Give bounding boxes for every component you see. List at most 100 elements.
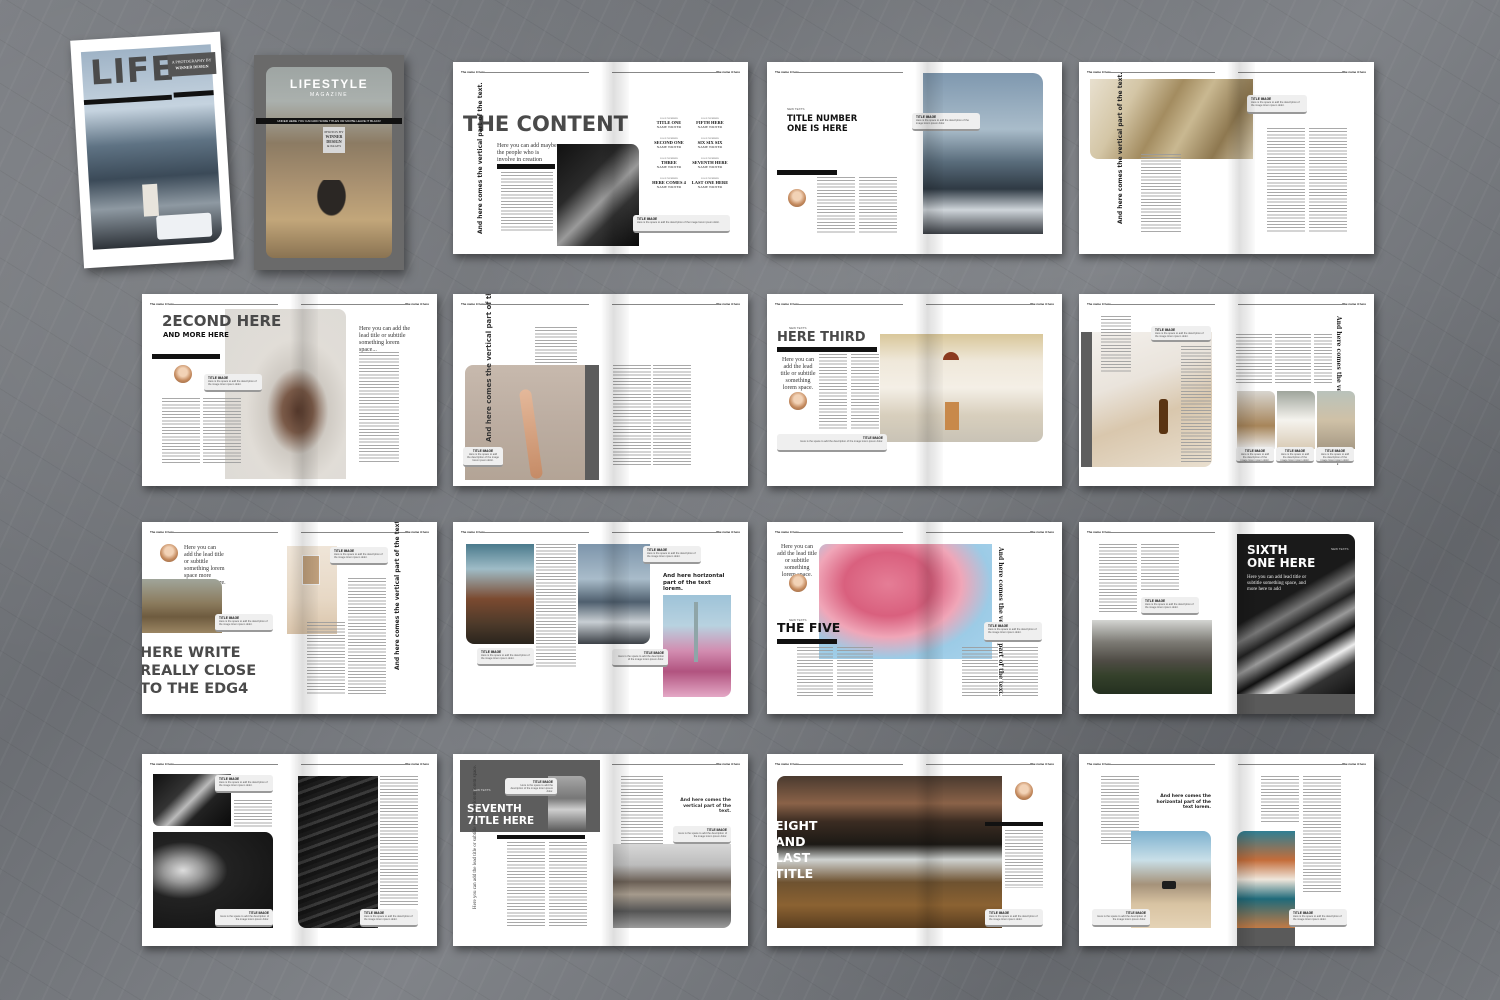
writer: NAME WRITER bbox=[697, 145, 723, 149]
spread-sixth[interactable]: The name it here TITLE IMAGE Here is the … bbox=[1079, 522, 1374, 714]
body-text bbox=[234, 800, 272, 828]
horizontal-text: And here comes the horizontal part of th… bbox=[1156, 794, 1212, 810]
body-text-col-2 bbox=[837, 647, 873, 697]
spread-five[interactable]: The name it here The name it here Here y… bbox=[767, 522, 1062, 714]
toc-item[interactable]: PAGE NUMBER THREE NAME WRITER bbox=[649, 157, 689, 169]
toc-item[interactable]: PAGE NUMBER SEVENTH HERE NAME WRITER bbox=[690, 157, 730, 169]
image-caption: TITLE IMAGEHere is the space to add the … bbox=[215, 909, 273, 927]
image-caption: TITLE IMAGEHere is the space to add the … bbox=[673, 826, 731, 844]
body-text-col-2 bbox=[1309, 128, 1347, 232]
title-line-2: ONE IS HERE bbox=[787, 124, 848, 134]
desc: Here is the space to add the description… bbox=[988, 628, 1037, 635]
body-text-col-2 bbox=[203, 398, 241, 464]
desc: Here is the space to add the description… bbox=[510, 784, 553, 794]
title-line-2: REALLY CLOSE bbox=[142, 663, 257, 679]
image-caption: TITLE IMAGEHere is the space to add the … bbox=[215, 614, 273, 632]
vertical-text: And here comes the vertical part of the … bbox=[485, 294, 493, 442]
vertical-text: And here comes the vertical part of the … bbox=[477, 82, 484, 234]
image-caption: TITLE IMAGE Here is the space to add the… bbox=[633, 215, 730, 233]
body-text bbox=[1101, 316, 1131, 372]
spread-gutter bbox=[1226, 754, 1255, 946]
desc: Here is the space to add the description… bbox=[481, 654, 530, 661]
image-caption: TITLE IMAGEHere is the space to add the … bbox=[215, 775, 273, 793]
spread-hand[interactable]: The name it here The name it here And he… bbox=[453, 294, 748, 486]
cover-tag: PHOTOS BY WINNER DESIGN & PAGES bbox=[323, 127, 345, 153]
vertical-text: And here comes the vertical part of the … bbox=[1117, 72, 1124, 224]
title-line-1: HERE WRITE bbox=[142, 645, 241, 661]
cover-title: LIFESTYLE bbox=[289, 77, 369, 91]
spread-gutter bbox=[914, 522, 943, 714]
desc: Here is the space to add the description… bbox=[1097, 915, 1146, 922]
desc: Here is the space to add the description… bbox=[208, 380, 257, 387]
toc-item[interactable]: PAGE NUMBER SECOND ONE NAME WRITER bbox=[649, 137, 689, 149]
section-bar bbox=[497, 164, 555, 169]
author-avatar bbox=[160, 544, 178, 562]
body-text bbox=[359, 352, 399, 464]
dog-figure bbox=[314, 180, 349, 220]
spread-gutter bbox=[914, 294, 943, 486]
gray-block bbox=[585, 365, 599, 480]
snowy-roof bbox=[156, 212, 213, 240]
body-text-col-2 bbox=[348, 578, 386, 694]
running-header-left: The name it here bbox=[775, 70, 909, 74]
writer: NAME WRITER bbox=[656, 185, 682, 189]
spread-staircase[interactable]: The name it here The name it here TITLE … bbox=[1079, 62, 1374, 254]
spread-eight[interactable]: The name it here The name it here EIGHT … bbox=[767, 754, 1062, 946]
desc: Here is the space to add the description… bbox=[1145, 603, 1194, 610]
caption-desc: Here is the space to add the description… bbox=[637, 221, 720, 224]
desc: Here is the space to add the description… bbox=[1280, 453, 1310, 463]
desc: Here is the space to add the description… bbox=[220, 915, 269, 922]
body-text-col-2 bbox=[1181, 346, 1211, 464]
image-caption: TITLE IMAGEHere is the space to add the … bbox=[1151, 326, 1211, 342]
cover-life[interactable]: LIFE A PHOTOGRAPHY BY WINNER DESIGN bbox=[70, 31, 234, 269]
writer: NAME WRITER bbox=[697, 125, 723, 129]
toc-item[interactable]: PAGE NUMBER FIFTH HERE NAME WRITER bbox=[690, 117, 730, 129]
desc: Here is the space to add the description… bbox=[800, 440, 883, 443]
section-bar bbox=[497, 835, 585, 839]
spread-last[interactable]: The name it here The name it here And he… bbox=[1079, 754, 1374, 946]
body-text bbox=[501, 172, 553, 232]
spread-edge[interactable]: The name it here The name it here Here y… bbox=[142, 522, 437, 714]
desc: Here is the space to add the description… bbox=[1251, 101, 1300, 108]
section-bar bbox=[985, 822, 1043, 826]
body-text-col-2 bbox=[851, 354, 879, 430]
image-caption: TITLE IMAGEHere is the space to add the … bbox=[643, 546, 701, 564]
image-caption: TITLE IMAGEHere is the space to add the … bbox=[204, 374, 262, 392]
cover-strip: UNDER HERE YOU CAN ADD SOME TITLES OR MA… bbox=[256, 118, 402, 124]
desc: Here is the space to add the description… bbox=[219, 781, 268, 788]
body-text-col-2 bbox=[1141, 544, 1179, 592]
section-bar bbox=[777, 639, 837, 644]
spread-title-one[interactable]: The name it here NEW TEXTS TITLE NUMBER … bbox=[767, 62, 1062, 254]
cover-lifestyle[interactable]: LIFESTYLE MAGAZINE UNDER HERE YOU CAN AD… bbox=[254, 55, 404, 270]
cover-subtitle: MAGAZINE bbox=[309, 92, 349, 98]
section-bar bbox=[777, 347, 877, 352]
image-caption: TITLE IMAGEHere is the space to add the … bbox=[984, 622, 1042, 642]
spread-seventh[interactable]: The name it here TITLE IMAGE Here is the … bbox=[453, 754, 748, 946]
photo-dog-field bbox=[142, 579, 222, 633]
spread-dark[interactable]: The name it here The name it here TITLE … bbox=[142, 754, 437, 946]
toc-item[interactable]: PAGE NUMBER LAST ONE HERE NAME WRITER bbox=[690, 177, 730, 189]
spread-beach[interactable]: The name it here The name it here TITLE … bbox=[1079, 294, 1374, 486]
toc-item[interactable]: PAGE NUMBER HERE COMES 4 NAME WRITER bbox=[649, 177, 689, 189]
lead-text: Here you can add lead title or subtitle … bbox=[1247, 575, 1307, 592]
spread-contents[interactable]: The name it here The name it here THE CO… bbox=[453, 62, 748, 254]
toc-item[interactable]: PAGE NUMBER TITLE ONE NAME WRITER bbox=[649, 117, 689, 129]
body-text-col-2 bbox=[653, 365, 691, 465]
church-tower bbox=[142, 183, 160, 217]
author-avatar bbox=[788, 189, 806, 207]
image-caption: TITLE IMAGEHere is the space to add the … bbox=[505, 778, 557, 796]
running-header-left: The name it here bbox=[150, 302, 284, 306]
title-line-1: TITLE NUMBER bbox=[787, 114, 858, 124]
spread-third[interactable]: The name it here The name it here NEW TE… bbox=[767, 294, 1062, 486]
writer: NAME WRITER bbox=[697, 185, 723, 189]
running-header-left: The name it here bbox=[1087, 530, 1221, 534]
body-text-col-4 bbox=[1002, 647, 1038, 697]
toc-item[interactable]: PAGE NUMBER SIX SIX SIX NAME WRITER bbox=[690, 137, 730, 149]
body-text-col-5 bbox=[1314, 334, 1332, 384]
spread-horizontal[interactable]: The name it here The name it here TITLE … bbox=[453, 522, 748, 714]
running-header-left: The name it here bbox=[150, 762, 284, 766]
body-text-col-2 bbox=[859, 177, 897, 233]
spread-second[interactable]: The name it here The name it here 2ECOND… bbox=[142, 294, 437, 486]
lead-text: Here you can add the lead title or subti… bbox=[359, 326, 410, 353]
author-avatar bbox=[789, 392, 807, 410]
